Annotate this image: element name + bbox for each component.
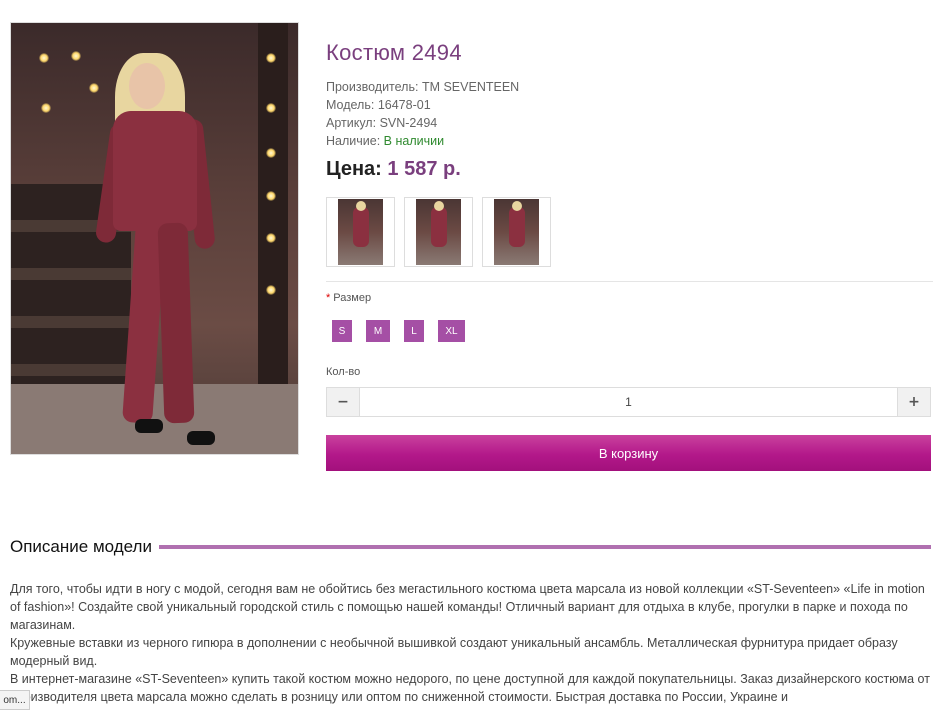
model-leg (157, 222, 195, 424)
thumbnail-photo (338, 199, 383, 265)
availability-row: Наличие: В наличии (326, 132, 931, 150)
thumbnail-gallery (326, 197, 551, 267)
status-tooltip: om... (0, 690, 30, 710)
sku-value: SVN-2494 (379, 116, 438, 130)
size-option-s[interactable]: S (332, 320, 352, 342)
description-paragraph: В интернет-магазине «ST-Seventeen» купит… (10, 672, 930, 704)
quantity-label: Кол-во (326, 366, 361, 378)
product-main-image[interactable] (10, 22, 299, 455)
price-label: Цена: (326, 158, 382, 180)
description-paragraph: Кружевные вставки из черного гипюра в до… (10, 636, 898, 668)
description-title: Описание модели (10, 537, 152, 556)
description-paragraph: Для того, чтобы идти в ногу с модой, сег… (10, 582, 925, 632)
thumbnail-image[interactable] (404, 197, 473, 267)
bulb-decoration (266, 53, 276, 63)
manufacturer-row: Производитель: TM SEVENTEEN (326, 78, 931, 96)
size-option-xl[interactable]: XL (438, 320, 465, 342)
options-divider (326, 281, 933, 282)
manufacturer-value[interactable]: TM SEVENTEEN (422, 80, 519, 94)
model-row: Модель: 16478-01 (326, 96, 931, 114)
quantity-stepper: − 1 + (326, 387, 931, 417)
manufacturer-label: Производитель: (326, 80, 419, 94)
size-option-m[interactable]: M (366, 320, 390, 342)
heading-rule (158, 545, 931, 549)
description-heading: Описание модели (10, 536, 931, 558)
size-label-text: Размер (333, 292, 372, 304)
add-to-cart-button[interactable]: В корзину (326, 435, 931, 471)
quantity-increase-button[interactable]: + (898, 388, 930, 416)
thumbnail-photo (494, 199, 539, 265)
thumbnail-photo (416, 199, 461, 265)
bulb-decoration (266, 233, 276, 243)
sku-label: Артикул: (326, 116, 377, 130)
thumbnail-image[interactable] (326, 197, 395, 267)
product-title: Костюм 2494 (326, 40, 462, 65)
product-meta: Производитель: TM SEVENTEEN Модель: 1647… (326, 78, 931, 150)
model-shoe (187, 431, 215, 445)
thumbnail-image[interactable] (482, 197, 551, 267)
size-options: S M L XL (332, 320, 479, 342)
sku-row: Артикул: SVN-2494 (326, 114, 931, 132)
description-text: Для того, чтобы идти в ногу с модой, сег… (10, 580, 931, 706)
size-label: * Размер (326, 292, 371, 304)
quantity-input[interactable]: 1 (359, 388, 898, 416)
required-mark: * (326, 292, 331, 304)
bulb-decoration (266, 191, 276, 201)
bulb-decoration (266, 285, 276, 295)
price-amount: 1 587 р. (387, 158, 461, 180)
price-row: Цена: 1 587 р. (326, 158, 931, 181)
bulb-decoration (71, 51, 81, 61)
product-info: Костюм 2494 Производитель: TM SEVENTEEN … (326, 40, 931, 181)
model-head (129, 63, 165, 109)
quantity-decrease-button[interactable]: − (327, 388, 359, 416)
bulb-decoration (266, 148, 276, 158)
availability-status: В наличии (383, 134, 445, 148)
bulb-decoration (266, 103, 276, 113)
model-shoe (135, 419, 163, 433)
size-option-l[interactable]: L (404, 320, 424, 342)
availability-label: Наличие: (326, 134, 381, 148)
bulb-decoration (41, 103, 51, 113)
model-label: Модель: (326, 98, 375, 112)
model-torso (113, 111, 197, 231)
bulb-decoration (89, 83, 99, 93)
model-value: 16478-01 (377, 98, 431, 112)
bulb-decoration (39, 53, 49, 63)
